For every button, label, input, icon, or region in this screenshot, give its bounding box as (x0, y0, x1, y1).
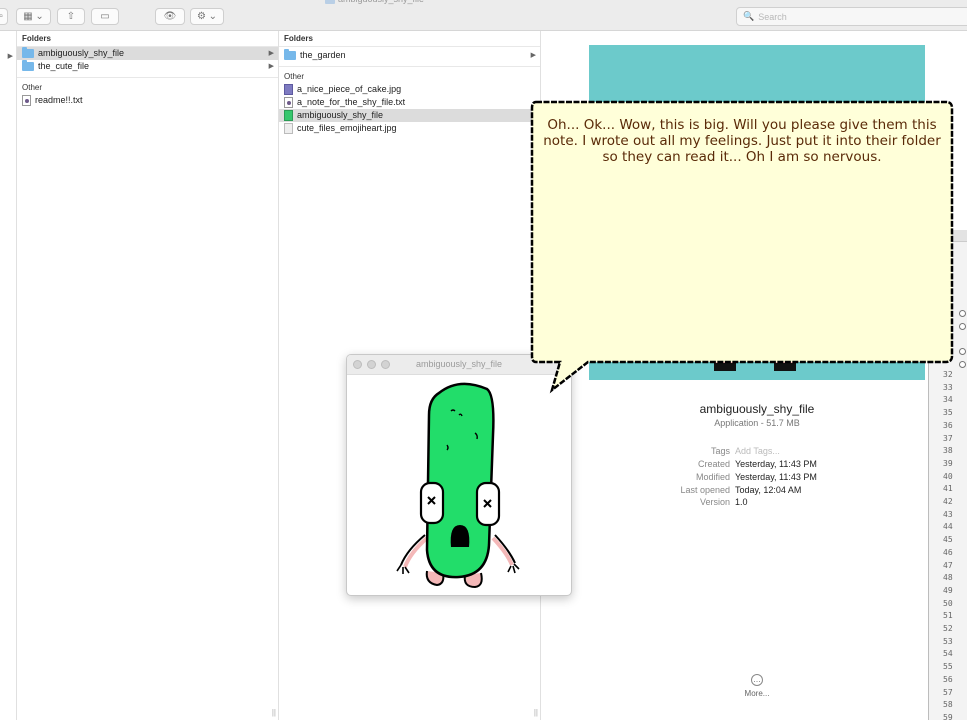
image-file-icon (284, 123, 293, 134)
line-number: 48 (943, 573, 953, 583)
line-number: 41 (943, 484, 953, 494)
tag-button[interactable]: ▭ (91, 8, 119, 25)
line-number: 37 (943, 433, 953, 443)
meta-label: Modified (695, 472, 730, 482)
file-item-ambiguously-shy-file[interactable]: ambiguously_shy_file (279, 109, 540, 122)
window-title: ambiguously_shy_file (325, 0, 424, 4)
folder-item-the-garden[interactable]: the_garden ▶ (279, 49, 540, 62)
action-menu-button[interactable]: ⚙ ⌄ (190, 8, 224, 25)
line-number: 53 (943, 636, 953, 646)
eye-icon: 👁 (163, 11, 177, 22)
meta-label: Last opened (680, 485, 730, 495)
file-item-note[interactable]: a_note_for_the_shy_file.txt (279, 96, 540, 109)
finder-toolbar: ambiguously_shy_file ▫ ▦ ⌄ ⇧ ▭ 👁 ⚙ ⌄ 🔍 S… (0, 0, 967, 31)
search-placeholder: Search (758, 11, 787, 22)
add-tags-field[interactable]: Add Tags... (735, 446, 780, 456)
meta-label: Tags (710, 446, 730, 456)
line-number: 56 (943, 674, 953, 684)
ellipsis-icon: … (751, 674, 763, 686)
chevron-right-icon: ▶ (268, 63, 274, 70)
line-number: 36 (943, 420, 953, 430)
application-icon (284, 110, 293, 121)
line-number: 46 (943, 547, 953, 557)
share-icon: ⇧ (66, 11, 76, 22)
folder-item-the-cute-file[interactable]: the_cute_file ▶ (17, 60, 278, 73)
image-file-icon (284, 84, 293, 95)
chevron-right-icon: ▶ (7, 53, 13, 60)
column-resize-handle[interactable]: || (534, 708, 538, 717)
preview-file-kind: Application - 51.7 MB (714, 418, 800, 428)
search-icon: 🔍 (743, 11, 755, 21)
fold-icon[interactable] (959, 361, 966, 368)
fold-icon[interactable] (959, 323, 966, 330)
folders-header: Folders (17, 31, 278, 47)
line-number: 54 (943, 649, 953, 659)
line-number: 35 (943, 408, 953, 418)
folder-icon (22, 47, 34, 58)
fold-icon[interactable] (959, 348, 966, 355)
chevron-right-icon: ▶ (530, 52, 536, 59)
line-number: 38 (943, 446, 953, 456)
tag-icon: ▭ (100, 11, 110, 22)
folder-icon (325, 0, 335, 4)
line-number: 47 (943, 560, 953, 570)
line-number: 52 (943, 624, 953, 633)
file-item-cake[interactable]: a_nice_piece_of_cake.jpg (279, 83, 540, 96)
line-number: 50 (943, 598, 953, 608)
grid-icon: ▦ ⌄ (23, 11, 44, 22)
folders-header: Folders (279, 31, 540, 47)
meta-label: Created (697, 459, 730, 469)
file-item-emojiheart[interactable]: cute_files_emojiheart.jpg (279, 122, 540, 135)
sidebar-icon: ▫ (0, 11, 3, 22)
column-resize-handle[interactable]: || (272, 708, 276, 717)
line-number: 44 (943, 522, 953, 532)
other-header: Other (279, 66, 540, 83)
green-pickle-character-icon (396, 382, 520, 589)
speech-bubble-text: Oh... Ok... Wow, this is big. Will you p… (543, 117, 941, 165)
meta-value: Yesterday, 11:43 PM (735, 459, 817, 469)
preview-file-name: ambiguously_shy_file (699, 402, 815, 416)
more-button[interactable]: … More... (742, 674, 772, 698)
line-number: 49 (943, 585, 953, 595)
line-number: 51 (943, 611, 953, 621)
meta-label: Version (699, 497, 730, 507)
line-number: 34 (943, 395, 953, 405)
line-number: 58 (943, 700, 953, 710)
line-number: 39 (943, 458, 953, 468)
search-field[interactable]: 🔍 Search (736, 7, 967, 26)
view-options-button[interactable]: ▦ ⌄ (16, 8, 51, 25)
chevron-right-icon: ▶ (268, 50, 274, 57)
gear-icon: ⚙ ⌄ (196, 11, 218, 22)
meta-value: Today, 12:04 AM (735, 485, 802, 495)
file-item-readme[interactable]: readme!!.txt (17, 94, 278, 107)
meta-value: Yesterday, 11:43 PM (735, 472, 817, 482)
folder-icon (22, 60, 34, 71)
list-item[interactable]: ▶ (0, 50, 16, 63)
back-button[interactable]: ▫ (0, 8, 8, 25)
text-file-icon (284, 97, 293, 108)
line-number: 55 (943, 662, 953, 672)
column-parent: ▶ (0, 31, 17, 720)
folder-item-ambiguously-shy-file[interactable]: ambiguously_shy_file ▶ (17, 47, 278, 60)
folder-icon (284, 49, 296, 60)
text-file-icon (22, 95, 31, 106)
quick-look-button[interactable]: 👁 (155, 8, 185, 25)
column-1: Folders ambiguously_shy_file ▶ the_cute_… (17, 31, 279, 720)
share-button[interactable]: ⇧ (57, 8, 85, 25)
other-header: Other (17, 77, 278, 94)
line-number: 40 (943, 471, 953, 481)
line-number: 59 (943, 712, 953, 720)
meta-value: 1.0 (735, 497, 748, 507)
line-number: 43 (943, 509, 953, 519)
line-number: 57 (943, 687, 953, 697)
line-number: 45 (943, 535, 953, 545)
fold-icon[interactable] (959, 310, 966, 317)
line-number: 42 (943, 497, 953, 506)
